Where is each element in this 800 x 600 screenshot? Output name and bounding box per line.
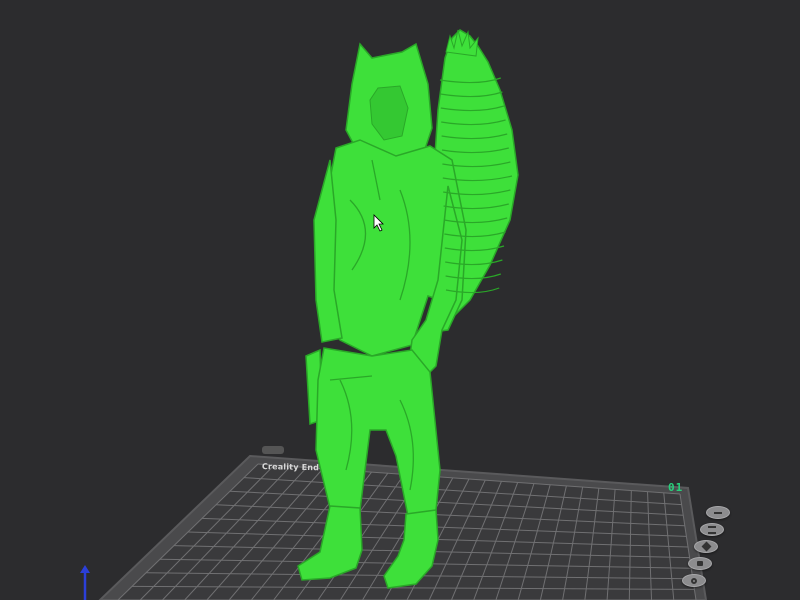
settings-button[interactable] <box>682 574 706 587</box>
plate-tool-column <box>676 502 746 594</box>
z-axis-gizmo-icon <box>80 565 90 600</box>
edit-icon <box>701 541 711 552</box>
auto-orient-button[interactable] <box>706 506 730 519</box>
lock-icon <box>697 561 703 566</box>
right-foot <box>383 509 439 589</box>
arrange-icon <box>708 525 716 534</box>
auto-orient-icon <box>714 511 722 514</box>
left-foot <box>297 505 363 581</box>
3d-viewport[interactable]: Creality Ender-3 V3 01 <box>0 0 800 600</box>
lock-button[interactable] <box>688 557 712 570</box>
arrange-button[interactable] <box>700 523 724 536</box>
mouse-cursor-icon <box>373 214 384 232</box>
edit-button[interactable] <box>694 540 718 553</box>
settings-icon <box>691 577 697 584</box>
trousers <box>315 347 441 517</box>
